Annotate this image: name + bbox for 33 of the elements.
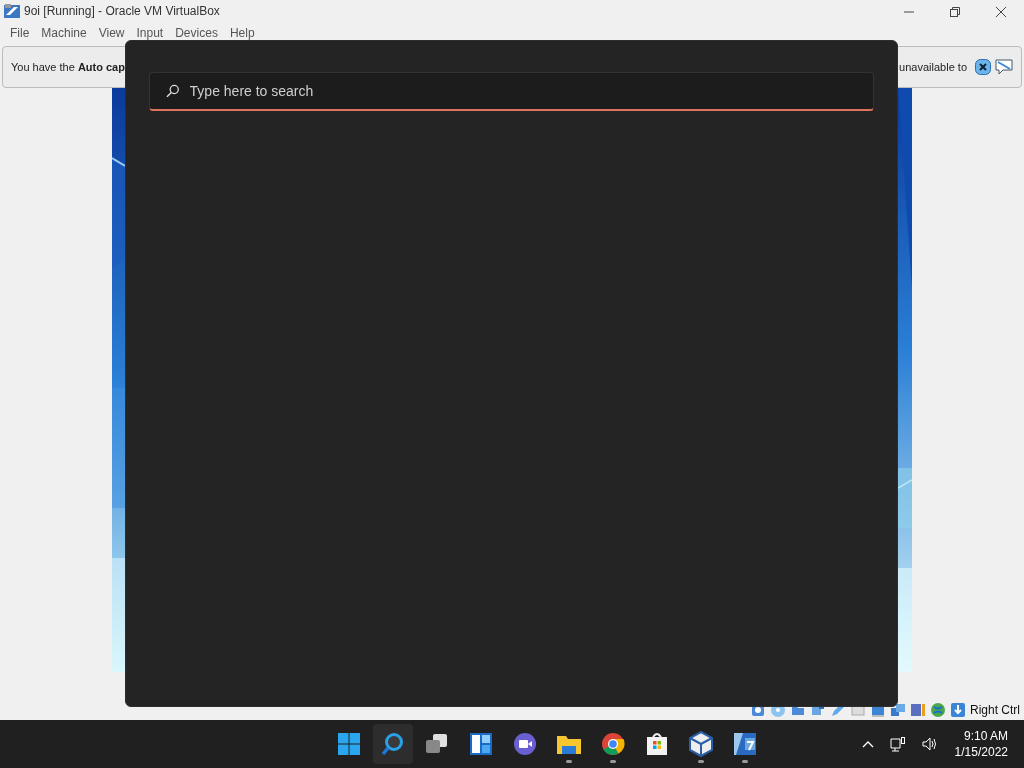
menu-item[interactable]: View [92, 24, 131, 42]
menu-item[interactable]: Input [130, 24, 170, 42]
notification-text: unavailable to [899, 59, 967, 75]
speech-bubble-icon[interactable] [995, 59, 1013, 75]
volume-icon[interactable] [921, 737, 939, 751]
windows-logo-icon [335, 730, 363, 758]
clock-time[interactable]: 9:10 AM [954, 727, 1008, 744]
close-icon[interactable] [975, 59, 991, 75]
video-chat-icon [511, 730, 539, 758]
app-icon [731, 730, 759, 758]
menu-item[interactable]: Help [223, 24, 261, 42]
network-icon[interactable] [889, 736, 906, 752]
search-bar[interactable]: Type here to search [149, 72, 874, 111]
cpu-icon[interactable] [910, 702, 926, 718]
menu-item[interactable]: File [4, 24, 36, 42]
globe-icon[interactable] [930, 702, 946, 718]
browser-icon [599, 730, 627, 758]
window-title: 9oi [Running] - Oracle VM VirtualBox [24, 3, 220, 20]
widgets-icon [467, 730, 495, 758]
host-key-label: Right Ctrl [970, 702, 1020, 719]
app-logo-icon [4, 3, 20, 19]
notification-text: You have the Auto cap [11, 59, 125, 75]
search-input[interactable]: Type here to search [187, 79, 857, 103]
restore-icon [950, 6, 960, 17]
download-icon[interactable] [950, 702, 966, 718]
search-icon [166, 84, 180, 98]
caret-up-icon[interactable] [861, 740, 874, 748]
menu-item[interactable]: Devices [169, 24, 224, 42]
network-icon[interactable] [890, 702, 906, 718]
cube-icon [687, 730, 715, 758]
clock-date[interactable]: 1/15/2022 [954, 744, 1008, 761]
menu-item[interactable]: Machine [35, 24, 93, 42]
close-icon [996, 6, 1006, 17]
